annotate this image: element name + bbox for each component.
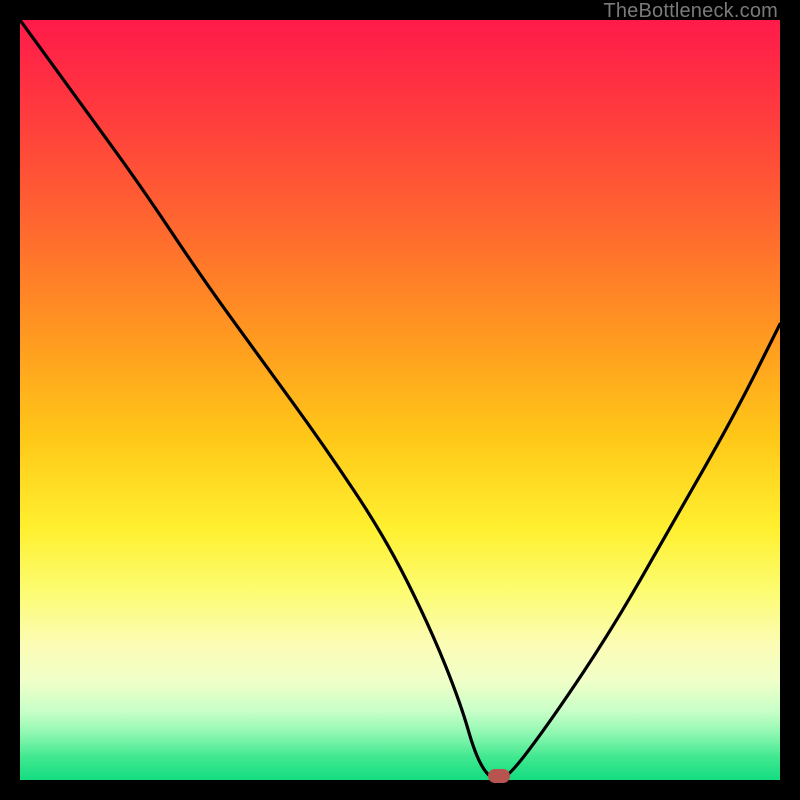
optimum-marker bbox=[488, 769, 510, 783]
plot-area bbox=[20, 20, 780, 780]
bottleneck-curve bbox=[20, 20, 780, 780]
watermark-text: TheBottleneck.com bbox=[603, 0, 778, 23]
chart-frame: TheBottleneck.com bbox=[0, 0, 800, 800]
